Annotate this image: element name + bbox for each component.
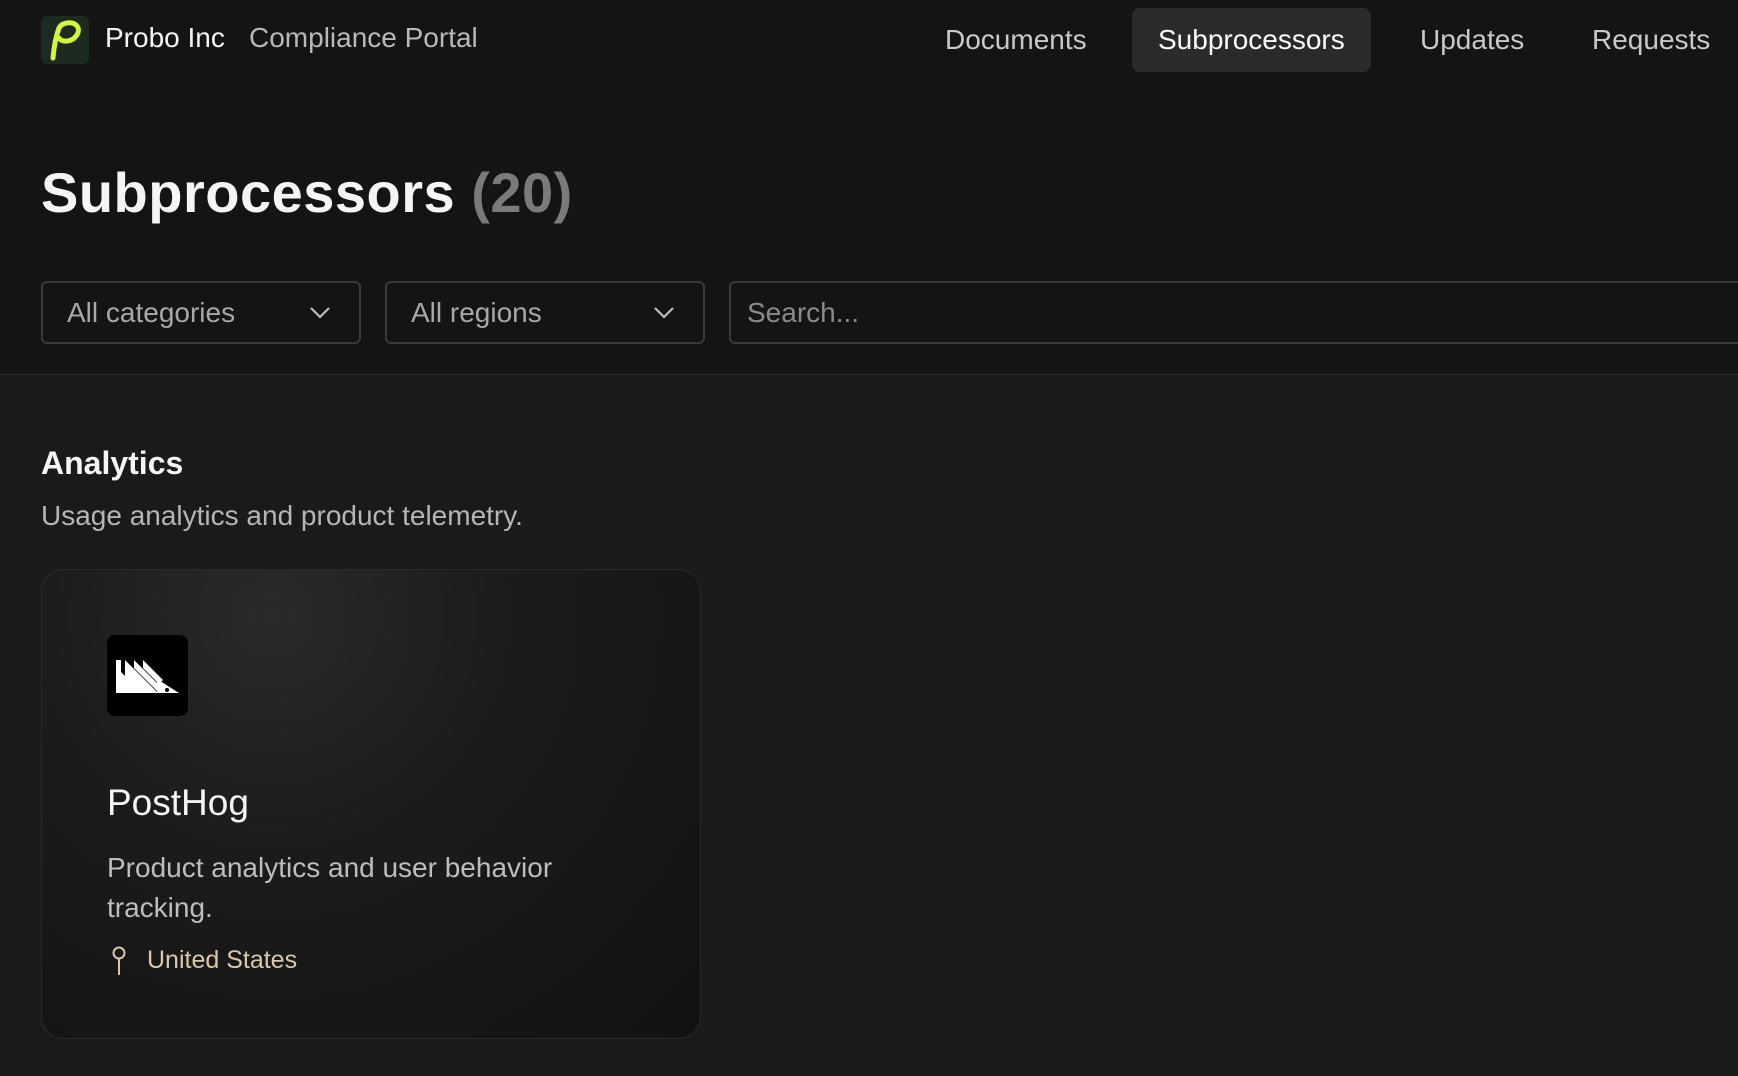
subprocessor-count: (20): [471, 161, 573, 224]
posthog-logo-icon: [107, 635, 188, 716]
page-title: Subprocessors (20): [41, 160, 573, 225]
portal-label: Compliance Portal: [249, 22, 478, 53]
nav-subprocessors[interactable]: Subprocessors: [1132, 8, 1371, 72]
chevron-down-icon: [654, 307, 674, 319]
nav-updates[interactable]: Updates: [1394, 8, 1550, 72]
region-filter-value: All regions: [411, 297, 542, 328]
vendor-description: Product analytics and user behavior trac…: [107, 852, 553, 923]
section-title-analytics: Analytics: [41, 445, 184, 481]
category-filter-select[interactable]: All categories: [41, 281, 361, 344]
top-header: Probo Inc Compliance Portal Documents Su…: [0, 0, 1738, 375]
vendor-location: United States: [147, 946, 298, 974]
nav-requests[interactable]: Requests: [1566, 8, 1736, 72]
map-pin-icon: [112, 946, 126, 975]
section-description: Usage analytics and product telemetry.: [41, 500, 523, 531]
vendor-card-posthog[interactable]: PostHog Product analytics and user behav…: [41, 569, 701, 1039]
category-filter-value: All categories: [67, 297, 236, 328]
region-filter-select[interactable]: All regions: [385, 281, 705, 344]
vendor-name: PostHog: [107, 782, 249, 823]
search-input[interactable]: [729, 281, 1738, 344]
probo-logo-icon[interactable]: [41, 16, 89, 64]
chevron-down-icon: [310, 307, 330, 319]
nav-documents[interactable]: Documents: [919, 8, 1113, 72]
brand-name[interactable]: Probo Inc: [105, 22, 225, 54]
page-title-text: Subprocessors: [41, 161, 456, 224]
